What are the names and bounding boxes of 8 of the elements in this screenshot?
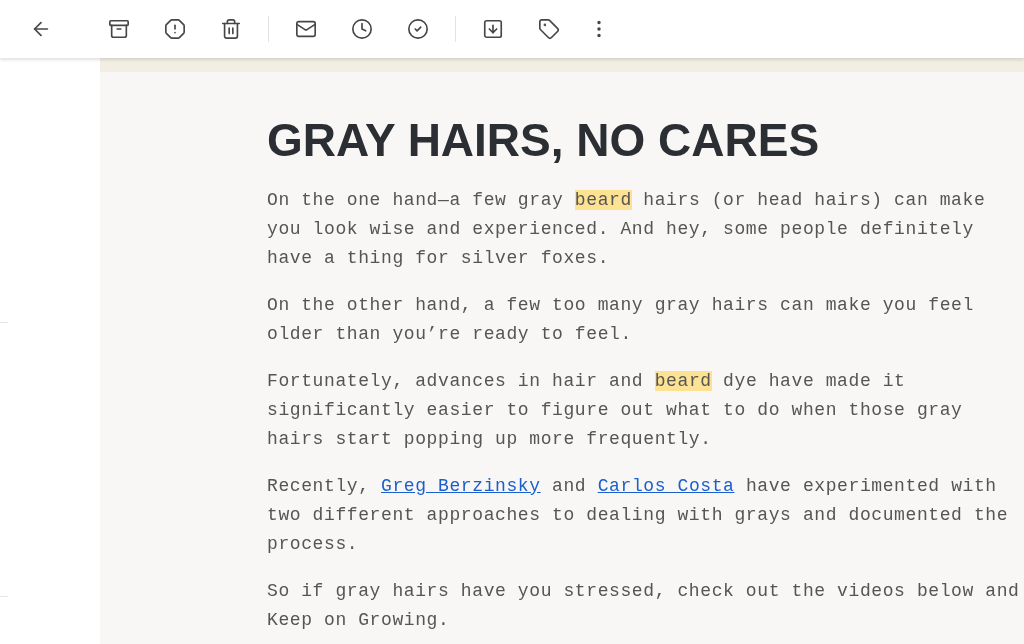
person-link[interactable]: Greg Berzinsky (381, 476, 541, 496)
email-heading: GRAY HAIRS, NO CARES (267, 114, 821, 166)
email-paragraph: On the other hand, a few too many gray hairs can make you feel older than you’re ready to feel. (267, 294, 975, 346)
email-paragraph: So if gray hairs have you stressed, check out the videos below and Keep on Growing. (267, 580, 1021, 632)
person-link[interactable]: Carlos Costa (597, 476, 735, 496)
email-paragraph: Recently, Greg Berzinsky and Carlos Costa have experimented with two different approaches to dealing with grays and documented the process. (267, 475, 1010, 556)
email-paragraph: On the one hand—a few gray beard hairs (or head hairs) can make you look wise and experienced. And hey, some people definitely have a thing for silver foxes. (267, 189, 987, 270)
email-paragraph: Fortunately, advances in hair and beard dye have made it significantly easier to figure out what to do when those gray hairs start popping up more frequently. (267, 370, 964, 451)
